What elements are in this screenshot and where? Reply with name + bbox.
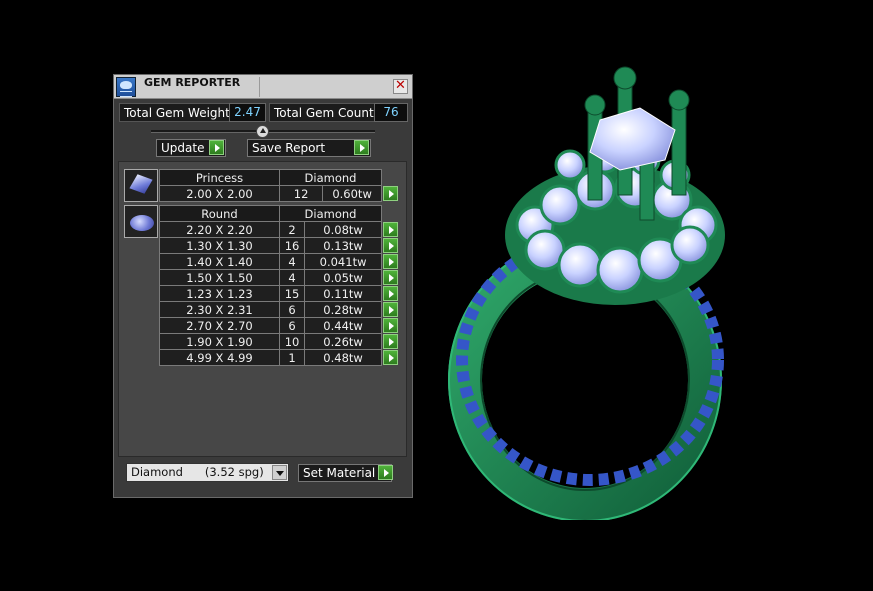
select-gems-go-icon[interactable] xyxy=(383,301,398,317)
save-report-go-icon[interactable] xyxy=(354,140,369,155)
close-button[interactable]: ✕ xyxy=(393,79,408,94)
select-gems-go-icon[interactable] xyxy=(383,333,398,349)
set-material-button-label: Set Material xyxy=(303,466,376,480)
save-report-button[interactable]: Save Report xyxy=(247,139,371,157)
table-row: 2.00 X 2.00 12 0.60tw xyxy=(159,185,399,202)
gem-material-header: Diamond xyxy=(279,205,382,222)
gem-weight: 0.60tw xyxy=(322,185,382,202)
gem-count: 4 xyxy=(278,253,306,270)
gem-size: 1.50 X 1.50 xyxy=(159,269,280,286)
gem-count: 6 xyxy=(278,301,306,318)
collapse-toggle-icon[interactable] xyxy=(256,125,269,138)
gem-count: 10 xyxy=(278,333,306,350)
select-gems-go-icon[interactable] xyxy=(383,269,398,285)
table-row: 1.90 X 1.90 10 0.26tw xyxy=(159,333,399,350)
table-row: 2.70 X 2.70 6 0.44tw xyxy=(159,317,399,334)
material-select-value: Diamond (3.52 spg) xyxy=(131,465,264,479)
gem-count: 1 xyxy=(278,349,306,366)
gem-count: 12 xyxy=(278,185,324,202)
gem-reporter-app-icon xyxy=(116,77,136,97)
table-row: 1.50 X 1.50 4 0.05tw xyxy=(159,269,399,286)
chevron-down-icon[interactable] xyxy=(272,465,287,480)
princess-gem-thumbnail xyxy=(124,169,158,202)
gem-size: 1.23 X 1.23 xyxy=(159,285,280,302)
window-title: GEM REPORTER xyxy=(144,76,241,89)
save-report-button-label: Save Report xyxy=(252,141,326,155)
gem-weight: 0.13tw xyxy=(304,237,382,254)
select-gems-go-icon[interactable] xyxy=(383,185,398,201)
gem-weight: 0.26tw xyxy=(304,333,382,350)
gem-count: 4 xyxy=(278,269,306,286)
gem-weight: 0.041tw xyxy=(304,253,382,270)
total-gem-weight-label: Total Gem Weight xyxy=(119,103,235,122)
gem-count: 15 xyxy=(278,285,306,302)
gem-size: 2.00 X 2.00 xyxy=(159,185,280,202)
princess-gem-table: Princess Diamond 2.00 X 2.00 12 0.60tw xyxy=(159,169,399,202)
ring-model xyxy=(448,66,725,520)
gem-weight: 0.44tw xyxy=(304,317,382,334)
select-gems-go-icon[interactable] xyxy=(383,349,398,365)
gem-size: 1.90 X 1.90 xyxy=(159,333,280,350)
gem-size: 1.30 X 1.30 xyxy=(159,237,280,254)
gem-size: 4.99 X 4.99 xyxy=(159,349,280,366)
select-gems-go-icon[interactable] xyxy=(383,237,398,253)
gem-size: 2.30 X 2.31 xyxy=(159,301,280,318)
gem-size: 2.20 X 2.20 xyxy=(159,221,280,238)
table-row: 1.30 X 1.30 16 0.13tw xyxy=(159,237,399,254)
table-row: 2.30 X 2.31 6 0.28tw xyxy=(159,301,399,318)
gem-weight: 0.05tw xyxy=(304,269,382,286)
gem-reporter-panel: GEM REPORTER ✕ Total Gem Weight 2.47 Tot… xyxy=(113,74,413,498)
gem-weight: 0.28tw xyxy=(304,301,382,318)
gem-count: 16 xyxy=(278,237,306,254)
gem-weight: 0.48tw xyxy=(304,349,382,366)
table-row: 2.20 X 2.20 2 0.08tw xyxy=(159,221,399,238)
table-row: 1.40 X 1.40 4 0.041tw xyxy=(159,253,399,270)
total-gem-count-value: 76 xyxy=(374,103,408,122)
select-gems-go-icon[interactable] xyxy=(383,285,398,301)
gem-weight: 0.08tw xyxy=(304,221,382,238)
total-gem-count-label: Total Gem Count xyxy=(269,103,379,122)
gem-weight: 0.11tw xyxy=(304,285,382,302)
title-divider xyxy=(259,77,260,97)
gem-shape-header: Princess xyxy=(159,169,280,186)
gem-material-header: Diamond xyxy=(279,169,382,186)
update-go-icon[interactable] xyxy=(209,140,224,155)
gem-count: 6 xyxy=(278,317,306,334)
total-gem-weight-value: 2.47 xyxy=(229,103,266,122)
select-gems-go-icon[interactable] xyxy=(383,221,398,237)
table-row: 4.99 X 4.99 1 0.48tw xyxy=(159,349,399,366)
round-gem-thumbnail xyxy=(124,205,158,238)
gem-count: 2 xyxy=(278,221,306,238)
gem-size: 2.70 X 2.70 xyxy=(159,317,280,334)
table-row: 1.23 X 1.23 15 0.11tw xyxy=(159,285,399,302)
material-select[interactable]: Diamond (3.52 spg) xyxy=(126,463,289,482)
select-gems-go-icon[interactable] xyxy=(383,253,398,269)
update-button-label: Update xyxy=(161,141,205,155)
title-bar[interactable]: GEM REPORTER ✕ xyxy=(114,75,412,99)
select-gems-go-icon[interactable] xyxy=(383,317,398,333)
round-gem-table: Round Diamond 2.20 X 2.20 2 0.08tw 1.30 X 1… xyxy=(159,205,399,366)
close-icon: ✕ xyxy=(395,78,406,93)
gem-shape-header: Round xyxy=(159,205,280,222)
gem-size: 1.40 X 1.40 xyxy=(159,253,280,270)
set-material-go-icon[interactable] xyxy=(378,465,393,480)
gem-list-area[interactable]: Princess Diamond 2.00 X 2.00 12 0.60tw R… xyxy=(118,161,407,457)
